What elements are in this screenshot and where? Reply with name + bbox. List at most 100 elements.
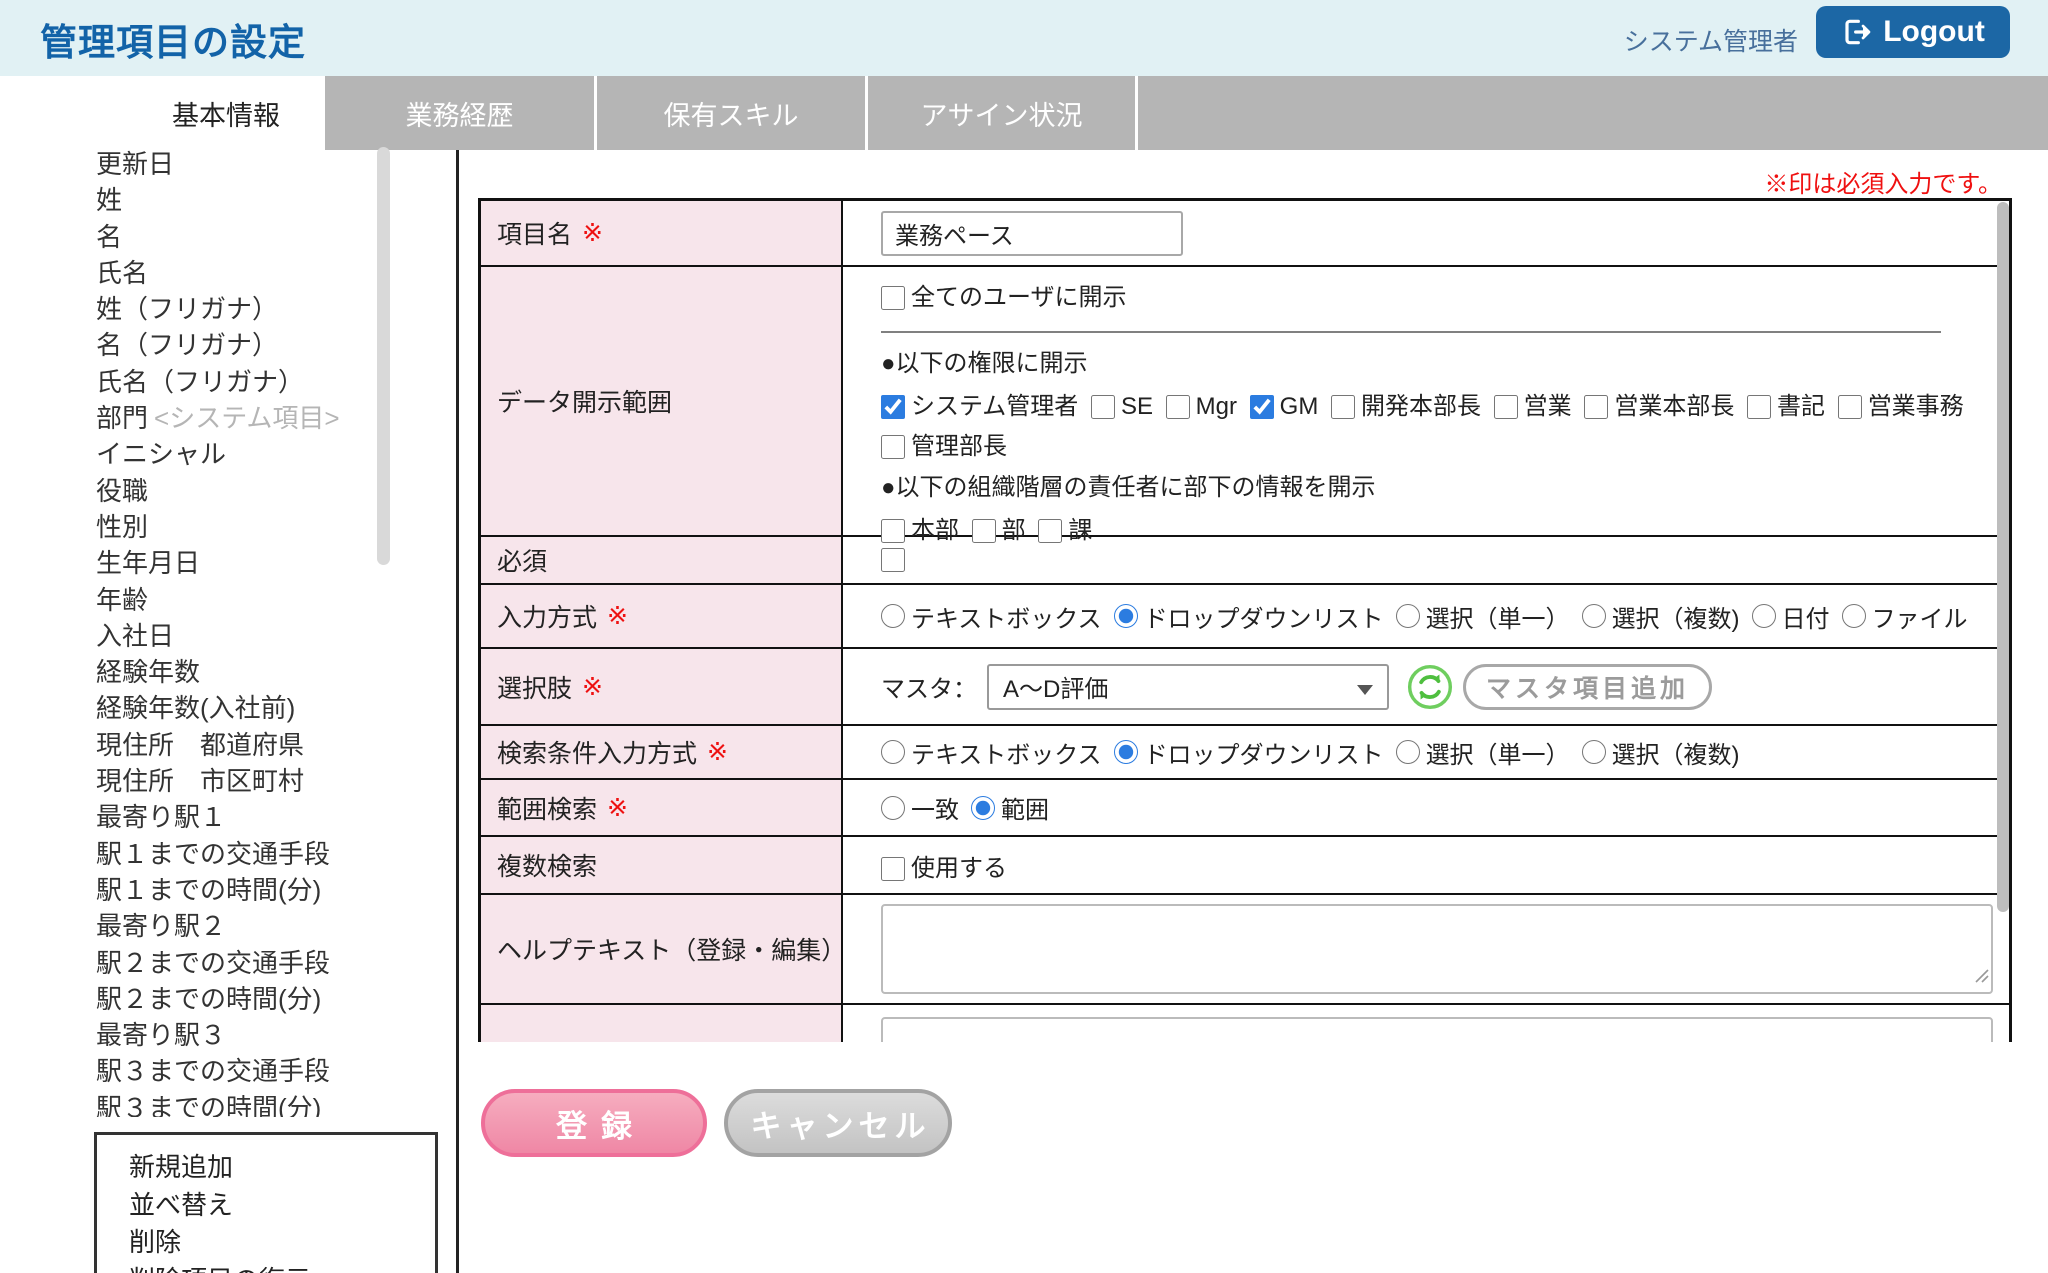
- field-list-item[interactable]: 姓: [96, 182, 372, 218]
- action-item[interactable]: 並べ替え: [129, 1187, 435, 1225]
- tab-work-history[interactable]: 業務経歴: [322, 76, 594, 150]
- required-checkbox[interactable]: [881, 548, 905, 572]
- field-label: 最寄り駅２: [96, 911, 226, 941]
- selected-master-value: A～D評価: [1003, 669, 1108, 704]
- field-list-item[interactable]: 生年月日: [96, 545, 372, 581]
- row-label: 選択肢※: [481, 649, 843, 724]
- field-list-item[interactable]: 更新日: [96, 146, 372, 182]
- field-list-item[interactable]: 姓（フリガナ）: [96, 291, 372, 327]
- cancel-button[interactable]: キャンセル: [724, 1089, 952, 1157]
- input-method-option[interactable]: ドロップダウンリスト: [1114, 599, 1384, 634]
- field-list-item[interactable]: 駅１までの交通手段: [96, 836, 372, 872]
- tab-assign-status[interactable]: アサイン状況: [865, 76, 1135, 150]
- row-label: 入力方式※: [481, 585, 843, 647]
- tab-skills[interactable]: 保有スキル: [594, 76, 865, 150]
- permission-checkbox[interactable]: Mgr: [1166, 393, 1237, 420]
- field-list-item[interactable]: 経験年数(入社前): [96, 690, 372, 726]
- field-list-item[interactable]: 氏名: [96, 255, 372, 291]
- row-multi-search: 複数検索 使用する: [481, 837, 2009, 895]
- register-button[interactable]: 登録: [481, 1089, 707, 1157]
- row-input-method: 入力方式※ テキストボックス ドロップダウンリスト 選択（単一） 選択（複数) …: [481, 585, 2009, 649]
- permission-checkbox[interactable]: 書記: [1747, 393, 1825, 420]
- range-search-option[interactable]: 一致: [881, 790, 959, 825]
- permission-checkbox[interactable]: 営業事務: [1838, 393, 1964, 420]
- field-list-item[interactable]: 現住所 都道府県: [96, 727, 372, 763]
- field-list-item[interactable]: 現住所 市区町村: [96, 763, 372, 799]
- field-list-item[interactable]: 最寄り駅３: [96, 1017, 372, 1053]
- required-mark: ※: [707, 737, 728, 767]
- add-master-item-button[interactable]: マスタ項目追加: [1463, 664, 1712, 710]
- field-list-item[interactable]: 名（フリガナ）: [96, 327, 372, 363]
- input-method-option[interactable]: 選択（複数): [1582, 599, 1740, 634]
- search-method-option[interactable]: テキストボックス: [881, 735, 1102, 770]
- field-list-item[interactable]: 入社日: [96, 618, 372, 654]
- clipped-textarea[interactable]: [881, 1017, 1993, 1042]
- disclosure-divider: [881, 331, 1941, 333]
- permission-checkbox[interactable]: 開発本部長: [1331, 393, 1481, 420]
- radio-label: ドロップダウンリスト: [1144, 599, 1384, 634]
- permission-checkbox[interactable]: システム管理者: [881, 393, 1078, 420]
- field-list-item[interactable]: 氏名（フリガナ）: [96, 364, 372, 400]
- field-list-item[interactable]: 経験年数: [96, 654, 372, 690]
- field-list-item[interactable]: 駅２までの時間(分): [96, 981, 372, 1017]
- permission-checkbox[interactable]: 営業本部長: [1584, 393, 1734, 420]
- field-label: 氏名（フリガナ）: [96, 367, 304, 397]
- action-item[interactable]: 削除: [129, 1224, 435, 1262]
- field-label: 性別: [96, 512, 148, 542]
- logout-button[interactable]: Logout: [1816, 6, 2010, 58]
- field-list-item[interactable]: 駅３までの交通手段: [96, 1053, 372, 1089]
- input-method-option[interactable]: テキストボックス: [881, 599, 1102, 634]
- search-method-option[interactable]: 選択（複数): [1582, 735, 1740, 770]
- field-list-item[interactable]: 名: [96, 219, 372, 255]
- action-label: 並べ替え: [129, 1190, 233, 1220]
- field-list-item[interactable]: 駅１までの時間(分): [96, 872, 372, 908]
- action-item[interactable]: 新規追加: [129, 1149, 435, 1187]
- tab-basic-info[interactable]: 基本情報: [130, 76, 322, 150]
- row-content: 使用する: [843, 837, 2009, 893]
- master-select[interactable]: A～D評価: [987, 664, 1389, 710]
- help-text-input[interactable]: [881, 904, 1993, 994]
- chevron-down-icon: [1357, 685, 1373, 695]
- field-list-item[interactable]: 部門<システム項目>: [96, 400, 372, 436]
- field-list-item[interactable]: イニシャル: [96, 436, 372, 472]
- field-list-item[interactable]: 性別: [96, 509, 372, 545]
- search-method-option[interactable]: 選択（単一）: [1396, 735, 1570, 770]
- input-method-option[interactable]: 日付: [1752, 599, 1830, 634]
- field-list-item[interactable]: 役職: [96, 473, 372, 509]
- range-search-option[interactable]: 範囲: [971, 790, 1049, 825]
- multi-search-checkbox[interactable]: 使用する: [881, 848, 1007, 883]
- checkbox-label: GM: [1280, 393, 1319, 420]
- action-item[interactable]: 削除項目の復元: [129, 1262, 435, 1273]
- field-list-item[interactable]: 年齢: [96, 582, 372, 618]
- action-label: 新規追加: [129, 1152, 233, 1182]
- field-list-item[interactable]: 駅３までの時間(分): [96, 1090, 372, 1117]
- user-role-label: システム管理者: [1624, 22, 1798, 58]
- sidebar-scrollbar-thumb[interactable]: [377, 147, 390, 565]
- logout-label: Logout: [1883, 15, 1985, 49]
- input-method-option[interactable]: ファイル: [1842, 599, 1968, 634]
- input-method-option[interactable]: 選択（単一）: [1396, 599, 1570, 634]
- form-scrollbar-thumb[interactable]: [1997, 202, 2009, 912]
- field-label: 部門: [96, 403, 148, 433]
- field-list-item[interactable]: 駅２までの交通手段: [96, 945, 372, 981]
- search-method-option[interactable]: ドロップダウンリスト: [1114, 735, 1384, 770]
- permission-checkbox[interactable]: GM: [1250, 393, 1319, 420]
- permission-checkbox[interactable]: SE: [1091, 393, 1153, 420]
- field-list-item[interactable]: 最寄り駅１: [96, 799, 372, 835]
- permission-checkbox[interactable]: 営業: [1494, 393, 1572, 420]
- all-users-checkbox[interactable]: 全てのユーザに開示: [881, 284, 1127, 311]
- org-heading: ●以下の組織階層の責任者に部下の情報を開示: [881, 471, 1979, 505]
- page-title: 管理項目の設定: [40, 12, 306, 66]
- field-list-item[interactable]: 最寄り駅２: [96, 908, 372, 944]
- field-label: 経験年数(入社前): [96, 693, 295, 723]
- permission-checkbox[interactable]: 管理部長: [881, 433, 1007, 460]
- radio-label: 一致: [911, 790, 959, 825]
- search-method-radio-group: テキストボックス ドロップダウンリスト 選択（単一） 選択（複数): [843, 726, 2009, 778]
- item-name-input[interactable]: [881, 211, 1183, 256]
- refresh-icon[interactable]: [1407, 664, 1453, 710]
- field-label: 駅２までの交通手段: [96, 948, 330, 978]
- row-label: 範囲検索※: [481, 780, 843, 835]
- row-label: 検索条件入力方式※: [481, 726, 843, 778]
- resize-grip-icon[interactable]: [1973, 962, 1989, 990]
- tab-label: 保有スキル: [664, 94, 799, 133]
